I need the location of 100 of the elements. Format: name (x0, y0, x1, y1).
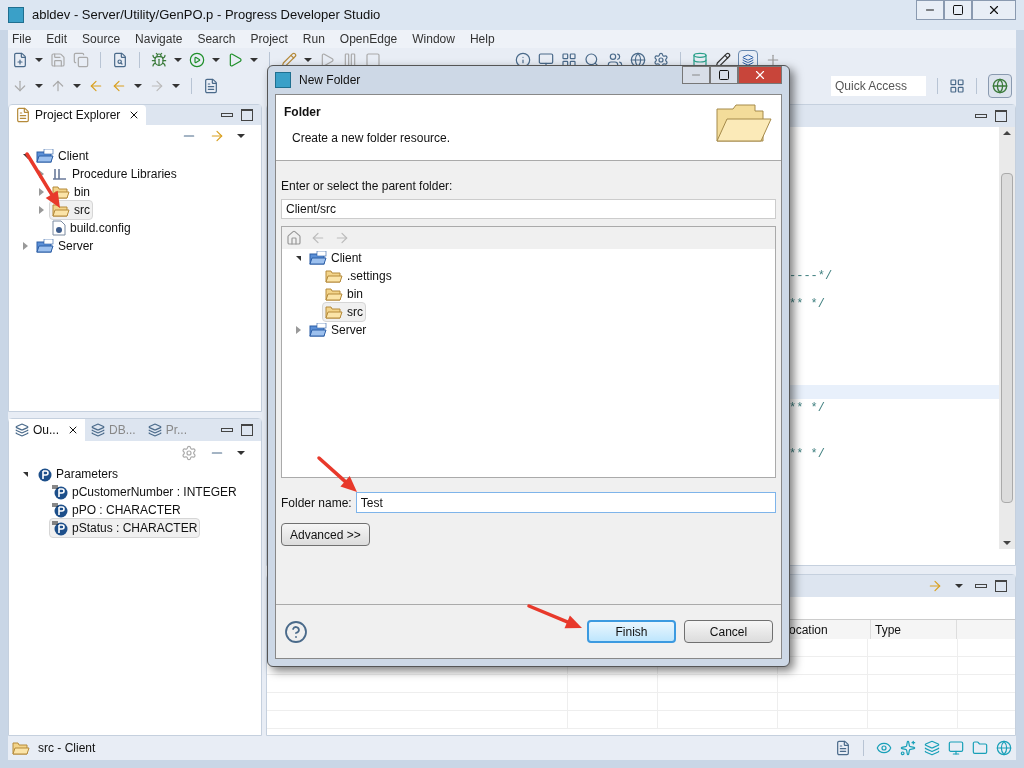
bug-icon[interactable] (151, 52, 167, 68)
open-perspective-icon[interactable] (949, 78, 965, 94)
expanded-arrow-icon[interactable] (295, 255, 301, 261)
folder-tool-icon[interactable] (972, 740, 988, 756)
database-icon[interactable] (692, 52, 708, 68)
run-tool-icon[interactable] (227, 52, 243, 68)
panel-tab[interactable]: Project Explorer (9, 105, 147, 125)
menu-item[interactable]: Run (302, 30, 325, 48)
minimize-icon[interactable] (975, 114, 987, 118)
menu-item[interactable]: OpenEdge (339, 30, 398, 48)
globe-icon[interactable] (630, 52, 646, 68)
plus-icon[interactable] (765, 52, 781, 68)
tree-item[interactable]: Server (33, 236, 97, 256)
annotation-arrow (317, 456, 357, 492)
tree-item[interactable]: Client (306, 248, 365, 268)
parent-folder-field[interactable]: Client/src (281, 199, 776, 219)
tree-item[interactable]: pStatus : CHARACTER (49, 518, 201, 538)
dropdown-caret-icon[interactable] (35, 58, 43, 62)
dialog-button[interactable]: Finish (587, 620, 676, 643)
menu-item[interactable]: Help (469, 30, 495, 48)
dropdown-caret-icon[interactable] (174, 58, 182, 62)
help-icon[interactable] (284, 619, 308, 644)
tree-item[interactable]: Procedure Libraries (49, 164, 180, 184)
tree-item[interactable]: pPO : CHARACTER (49, 500, 184, 520)
expanded-arrow-icon[interactable] (22, 153, 28, 159)
monitor-icon[interactable] (538, 52, 554, 68)
folder-icon (715, 103, 773, 145)
tree-item[interactable]: Client (33, 146, 92, 166)
maximize-button[interactable] (944, 0, 972, 20)
dropdown-caret-icon[interactable] (237, 134, 245, 138)
eye-icon[interactable] (876, 740, 892, 756)
dropdown-caret-icon[interactable] (237, 451, 245, 455)
dropdown-caret-icon[interactable] (172, 84, 180, 88)
note-icon[interactable] (203, 78, 219, 94)
settings-icon[interactable] (653, 52, 669, 68)
vertical-scrollbar[interactable] (999, 127, 1015, 549)
code-line: ** */ (789, 446, 825, 461)
minimize-icon[interactable] (975, 584, 987, 588)
pause-icon[interactable] (342, 52, 358, 68)
new-file-icon[interactable] (12, 52, 28, 68)
close-icon[interactable] (67, 424, 79, 436)
tree-item[interactable]: src (49, 200, 93, 220)
pencil-icon[interactable] (715, 52, 731, 68)
maximize-icon[interactable] (241, 424, 253, 436)
collapsed-arrow-icon[interactable] (295, 326, 301, 334)
code-line: ----*/ (789, 268, 833, 283)
tree-item[interactable]: bin (322, 284, 366, 304)
close-icon (753, 68, 767, 82)
dropdown-caret-icon[interactable] (250, 58, 258, 62)
expanded-arrow-icon[interactable] (22, 471, 28, 477)
menu-item[interactable]: Navigate (135, 30, 183, 48)
panel-tab[interactable]: Ou... (9, 419, 85, 441)
folder-icon (52, 203, 70, 217)
run-icon[interactable] (189, 52, 205, 68)
maximize-icon[interactable] (995, 110, 1007, 122)
project-folder-icon (309, 323, 327, 337)
users-icon[interactable] (607, 52, 623, 68)
perspective-button[interactable] (988, 74, 1012, 98)
presentation-icon[interactable] (948, 740, 964, 756)
tree-item[interactable]: .settings (322, 266, 395, 286)
collapsed-arrow-icon[interactable] (22, 242, 28, 250)
tree-item[interactable]: build.config (49, 218, 134, 238)
search-icon[interactable] (584, 52, 600, 68)
maximize-button[interactable] (710, 66, 738, 84)
dropdown-caret-icon[interactable] (134, 84, 142, 88)
dropdown-caret-icon[interactable] (955, 584, 963, 588)
menu-item[interactable]: Edit (46, 30, 68, 48)
pen-icon[interactable] (281, 52, 297, 68)
tree-item[interactable]: src (322, 302, 366, 322)
folder-name-field[interactable]: Test (355, 492, 776, 513)
tree-item[interactable]: Server (306, 320, 370, 340)
status-text: src - Client (38, 740, 96, 757)
view-icon (147, 423, 162, 437)
document-icon[interactable] (112, 52, 128, 68)
menu-item[interactable]: Window (412, 30, 455, 48)
dropdown-caret-icon[interactable] (73, 84, 81, 88)
menu-item[interactable]: Source (82, 30, 121, 48)
quick-access-field[interactable]: Quick Access (831, 76, 926, 96)
minimize-icon[interactable] (221, 113, 233, 117)
tree-item[interactable]: Parameters (33, 464, 122, 484)
dropdown-caret-icon[interactable] (35, 84, 43, 88)
maximize-icon[interactable] (241, 109, 253, 121)
sparkle-icon[interactable] (900, 740, 916, 756)
grid-icon[interactable] (561, 52, 577, 68)
menu-item[interactable]: File (12, 30, 32, 48)
resume-icon[interactable] (319, 52, 335, 68)
folder-tree[interactable]: Client .settings bin src Server (281, 226, 776, 478)
menu-item[interactable]: Project (250, 30, 288, 48)
tree-item[interactable]: pCustomerNumber : INTEGER (49, 482, 240, 502)
dropdown-caret-icon[interactable] (212, 58, 220, 62)
menu-item[interactable]: Search (197, 30, 236, 48)
globe-tool-icon[interactable] (996, 740, 1012, 756)
info-icon[interactable] (515, 52, 531, 68)
column-header[interactable]: Type (871, 620, 957, 639)
dialog-button[interactable]: Cancel (684, 620, 773, 643)
minimize-icon[interactable] (221, 428, 233, 432)
advanced-button[interactable]: Advanced >> (281, 523, 370, 546)
close-icon (987, 3, 1001, 17)
maximize-icon[interactable] (995, 580, 1007, 592)
collapsed-arrow-icon[interactable] (38, 206, 44, 214)
